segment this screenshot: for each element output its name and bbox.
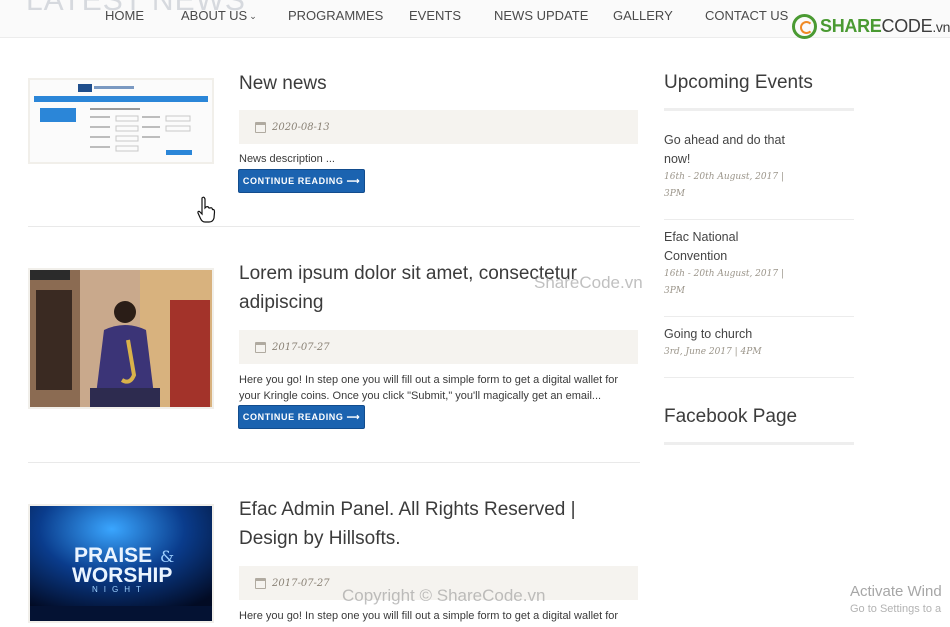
poster-worship-text: WORSHIP [72, 564, 172, 587]
nav-home[interactable]: HOME [105, 8, 144, 23]
nav-about-us[interactable]: ABOUT US ⌄ [181, 8, 257, 23]
heading-rule [664, 108, 854, 111]
news-thumbnail-2[interactable] [28, 268, 214, 409]
event-divider [664, 219, 854, 220]
news-title-1[interactable]: New news [239, 69, 639, 98]
admin-form-screenshot [30, 80, 212, 162]
calendar-icon [255, 577, 266, 589]
logo-part-vn: .vn [932, 18, 950, 35]
chevron-down-icon: ⌄ [249, 11, 257, 21]
news-description-2: Here you go! In step one you will fill o… [239, 374, 619, 402]
heading-rule [664, 442, 854, 445]
nav-contact-us[interactable]: CONTACT US [705, 8, 788, 23]
news-divider [28, 226, 640, 227]
news-description-3: Here you go! In step one you will fill o… [239, 610, 619, 622]
event-divider [664, 377, 854, 378]
event-date-2: 16th - 20th August, 2017 | 3PM [664, 269, 784, 296]
news-meta-1: 2020-08-13 [239, 110, 638, 144]
activate-windows-subtitle: Go to Settings to a [850, 603, 942, 615]
hand-cursor-icon [197, 196, 216, 223]
news-meta-2: 2017-07-27 [239, 330, 638, 364]
continue-reading-button-1[interactable]: CONTINUE READING ⟶ [238, 169, 365, 193]
event-divider [664, 316, 854, 317]
continue-reading-button-2[interactable]: CONTINUE READING ⟶ [238, 405, 365, 429]
news-date-1: 2020-08-13 [272, 121, 330, 133]
watermark-copyright: Copyright © ShareCode.vn [342, 586, 546, 605]
news-divider [28, 462, 640, 463]
poster-night-text: NIGHT [92, 585, 147, 594]
saxophone-player-photo [30, 270, 212, 407]
event-date-1: 16th - 20th August, 2017 | 3PM [664, 172, 784, 199]
event-title-2[interactable]: Efac National Convention [664, 228, 804, 266]
sharecode-logo-icon [792, 13, 817, 39]
news-thumbnail-1[interactable] [28, 78, 214, 164]
logo-part-code: CODE [881, 15, 933, 36]
news-thumbnail-3[interactable]: PRAISE & WORSHIP NIGHT [28, 504, 214, 623]
activate-windows-title: Activate Wind [850, 583, 942, 600]
logo-part-share: SHARE [820, 15, 882, 36]
watermark-center: ShareCode.vn [534, 273, 643, 292]
event-date-3: 3rd, June 2017 | 4PM [664, 347, 762, 357]
nav-gallery[interactable]: GALLERY [613, 8, 673, 23]
event-title-1[interactable]: Go ahead and do that now! [664, 131, 804, 169]
news-description-1: News description ... [239, 153, 335, 165]
logo-text: SHARECODE.vn [820, 16, 950, 37]
calendar-icon [255, 121, 266, 133]
nav-about-us-label: ABOUT US [181, 8, 248, 23]
nav-programmes[interactable]: PROGRAMMES [288, 8, 383, 23]
upcoming-events-heading: Upcoming Events [664, 72, 813, 93]
facebook-page-heading: Facebook Page [664, 406, 798, 427]
news-date-3: 2017-07-27 [272, 577, 330, 589]
praise-worship-poster: PRAISE & WORSHIP NIGHT [30, 506, 212, 621]
sharecode-logo: SHARECODE.vn [792, 12, 950, 40]
calendar-icon [255, 341, 266, 353]
news-date-2: 2017-07-27 [272, 341, 330, 353]
nav-events[interactable]: EVENTS [409, 8, 461, 23]
event-title-3[interactable]: Going to church [664, 325, 804, 344]
nav-news-update[interactable]: NEWS UPDATE [494, 8, 588, 23]
news-title-3[interactable]: Efac Admin Panel. All Rights Reserved | … [239, 495, 639, 553]
